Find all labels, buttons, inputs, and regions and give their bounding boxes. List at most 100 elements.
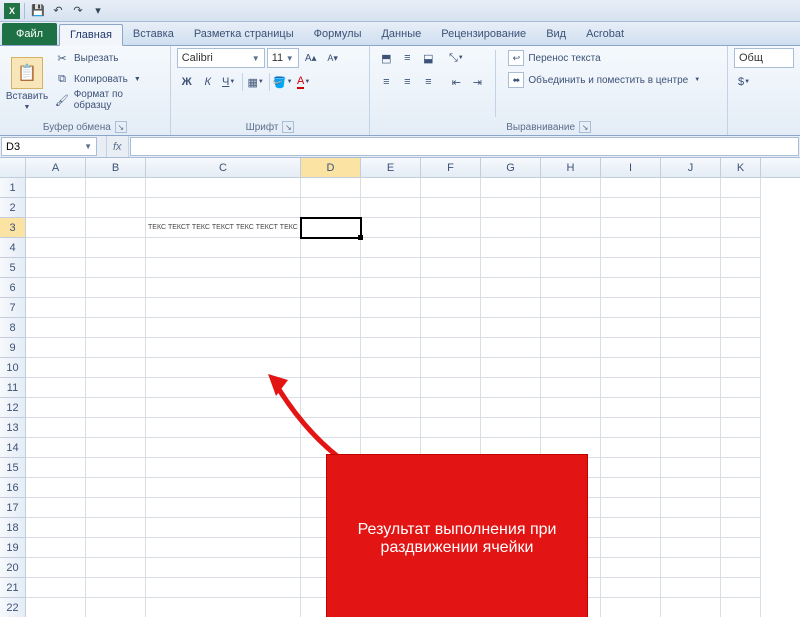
cell[interactable] (721, 478, 761, 498)
number-format-combo[interactable]: Общ (734, 48, 794, 68)
cell[interactable] (661, 498, 721, 518)
cell[interactable] (86, 258, 146, 278)
cell[interactable] (481, 338, 541, 358)
cell[interactable] (721, 418, 761, 438)
decrease-indent-button[interactable]: ⇤ (446, 72, 466, 92)
cell[interactable] (26, 178, 86, 198)
cell[interactable] (661, 398, 721, 418)
cell[interactable] (541, 378, 601, 398)
cell[interactable] (146, 258, 301, 278)
cell[interactable]: ТЕКС ТЕКСТ ТЕКС ТЕКСТ ТЕКС ТЕКСТ ТЕКС ТЕ… (146, 218, 301, 238)
cell[interactable] (481, 358, 541, 378)
align-bottom-button[interactable]: ⬓ (418, 48, 438, 68)
cell[interactable] (26, 238, 86, 258)
tab-разметка-страницы[interactable]: Разметка страницы (184, 23, 304, 45)
cell[interactable] (661, 238, 721, 258)
cell[interactable] (601, 318, 661, 338)
cell[interactable] (601, 518, 661, 538)
cell[interactable] (541, 238, 601, 258)
underline-button[interactable]: Ч▼ (219, 72, 239, 92)
cell[interactable] (421, 258, 481, 278)
cell[interactable] (541, 418, 601, 438)
cut-button[interactable]: ✂Вырезать (52, 48, 164, 68)
cell[interactable] (301, 198, 361, 218)
cell[interactable] (661, 598, 721, 617)
cell[interactable] (481, 318, 541, 338)
cell[interactable] (421, 198, 481, 218)
cell[interactable] (26, 358, 86, 378)
cell[interactable] (541, 318, 601, 338)
cell[interactable] (86, 598, 146, 617)
cell[interactable] (26, 198, 86, 218)
cell[interactable] (541, 218, 601, 238)
format-painter-button[interactable]: 🖌Формат по образцу (52, 90, 164, 110)
cell[interactable] (86, 238, 146, 258)
cell[interactable] (601, 578, 661, 598)
cell[interactable] (26, 518, 86, 538)
cell[interactable] (541, 278, 601, 298)
cell[interactable] (26, 298, 86, 318)
fill-color-button[interactable]: 🪣▼ (273, 72, 293, 92)
column-header[interactable]: K (721, 158, 761, 177)
cell[interactable] (481, 398, 541, 418)
column-header[interactable]: B (86, 158, 146, 177)
cell[interactable] (421, 178, 481, 198)
cell[interactable] (146, 198, 301, 218)
cell[interactable] (86, 318, 146, 338)
cell[interactable] (361, 318, 421, 338)
cell[interactable] (86, 418, 146, 438)
dialog-launcher-icon[interactable]: ↘ (579, 121, 591, 133)
row-header[interactable]: 5 (0, 258, 26, 278)
cell[interactable] (661, 458, 721, 478)
cell[interactable] (421, 338, 481, 358)
cell[interactable] (361, 258, 421, 278)
cell[interactable] (661, 378, 721, 398)
italic-button[interactable]: К (198, 72, 218, 92)
cell[interactable] (86, 338, 146, 358)
cell[interactable] (146, 278, 301, 298)
column-header[interactable]: C (146, 158, 301, 177)
cell[interactable] (301, 338, 361, 358)
cell[interactable] (661, 298, 721, 318)
tab-данные[interactable]: Данные (371, 23, 431, 45)
cell[interactable] (146, 598, 301, 617)
cell[interactable] (601, 498, 661, 518)
cell[interactable] (301, 218, 361, 238)
cell[interactable] (661, 418, 721, 438)
cell[interactable] (601, 198, 661, 218)
cell[interactable] (541, 338, 601, 358)
paste-button[interactable]: 📋 Вставить ▼ (6, 48, 48, 119)
cell[interactable] (541, 358, 601, 378)
cell[interactable] (721, 298, 761, 318)
formula-input[interactable] (130, 137, 799, 156)
row-header[interactable]: 10 (0, 358, 26, 378)
cell[interactable] (481, 178, 541, 198)
fx-button[interactable]: fx (106, 136, 129, 157)
cell[interactable] (661, 338, 721, 358)
row-header[interactable]: 2 (0, 198, 26, 218)
cell[interactable] (301, 278, 361, 298)
cell[interactable] (601, 478, 661, 498)
cell[interactable] (481, 418, 541, 438)
font-color-button[interactable]: A▼ (294, 72, 314, 92)
align-middle-button[interactable]: ≡ (397, 48, 417, 68)
cell[interactable] (86, 218, 146, 238)
cell[interactable] (481, 278, 541, 298)
cell[interactable] (361, 338, 421, 358)
row-header[interactable]: 3 (0, 218, 26, 238)
row-header[interactable]: 17 (0, 498, 26, 518)
row-header[interactable]: 9 (0, 338, 26, 358)
increase-font-size-button[interactable]: A▴ (301, 48, 321, 68)
row-header[interactable]: 11 (0, 378, 26, 398)
column-header[interactable]: A (26, 158, 86, 177)
row-header[interactable]: 4 (0, 238, 26, 258)
cell[interactable] (601, 358, 661, 378)
cell[interactable] (146, 578, 301, 598)
cell[interactable] (721, 238, 761, 258)
cell[interactable] (301, 258, 361, 278)
row-header[interactable]: 20 (0, 558, 26, 578)
cell[interactable] (361, 238, 421, 258)
row-header[interactable]: 18 (0, 518, 26, 538)
cell[interactable] (86, 178, 146, 198)
cell[interactable] (661, 518, 721, 538)
